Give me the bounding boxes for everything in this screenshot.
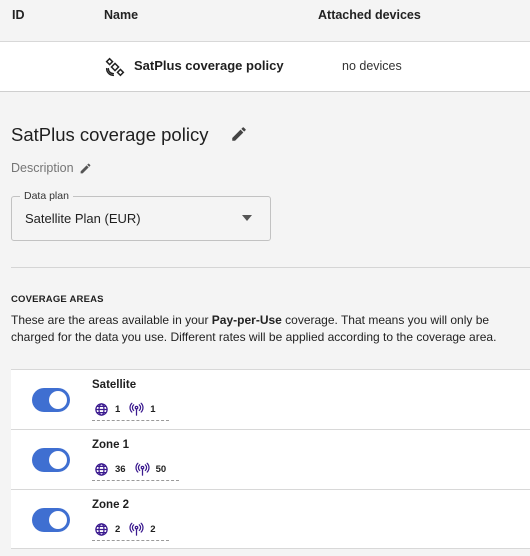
countries-count: 1 bbox=[115, 404, 121, 415]
toggle-knob bbox=[49, 451, 67, 469]
page-title: SatPlus coverage policy bbox=[11, 124, 209, 145]
caret-down-icon bbox=[242, 215, 252, 221]
toggle-knob bbox=[49, 391, 67, 409]
zone-name: Zone 2 bbox=[92, 499, 130, 511]
zone-toggle[interactable] bbox=[32, 388, 70, 412]
zone-toggle[interactable] bbox=[32, 508, 70, 532]
networks-count: 2 bbox=[150, 524, 156, 535]
globe-icon bbox=[95, 463, 108, 476]
table-header: ID Name Attached devices bbox=[0, 0, 530, 42]
description-label: Description bbox=[11, 161, 74, 175]
globe-icon bbox=[95, 523, 108, 536]
list-item: Zone 1 36 50 bbox=[11, 429, 530, 489]
table-row[interactable]: SatPlus coverage policy no devices bbox=[0, 42, 530, 92]
networks-count: 1 bbox=[150, 404, 156, 415]
zone-toggle[interactable] bbox=[32, 448, 70, 472]
zone-stats[interactable]: 2 2 bbox=[92, 519, 169, 541]
column-attached-devices[interactable]: Attached devices bbox=[318, 8, 421, 22]
column-name[interactable]: Name bbox=[104, 8, 138, 22]
data-plan-value: Satellite Plan (EUR) bbox=[25, 211, 141, 226]
coverage-text-bold: Pay-per-Use bbox=[211, 313, 282, 327]
toggle-knob bbox=[49, 511, 67, 529]
divider bbox=[11, 267, 530, 268]
countries-count: 36 bbox=[115, 464, 126, 475]
data-plan-label: Data plan bbox=[20, 190, 73, 202]
list-item: Zone 2 2 2 bbox=[11, 489, 530, 549]
column-id[interactable]: ID bbox=[12, 8, 25, 22]
satellite-icon bbox=[105, 57, 125, 77]
globe-icon bbox=[95, 403, 108, 416]
data-plan-select[interactable]: Data plan Satellite Plan (EUR) bbox=[11, 190, 271, 241]
countries-count: 2 bbox=[115, 524, 121, 535]
coverage-text-before: These are the areas available in your bbox=[11, 313, 212, 327]
antenna-icon bbox=[129, 522, 144, 536]
coverage-list: Satellite 1 1 Zone 1 36 50 Zone 2 2 2 bbox=[11, 369, 530, 549]
policy-name: SatPlus coverage policy bbox=[134, 58, 284, 73]
zone-name: Zone 1 bbox=[92, 439, 130, 451]
zone-stats[interactable]: 1 1 bbox=[92, 399, 169, 421]
coverage-areas-heading: COVERAGE AREAS bbox=[11, 294, 104, 305]
coverage-description: These are the areas available in your Pa… bbox=[11, 312, 530, 346]
attached-devices-value: no devices bbox=[342, 59, 402, 73]
pencil-icon[interactable] bbox=[79, 162, 92, 175]
antenna-icon bbox=[135, 462, 150, 476]
zone-stats[interactable]: 36 50 bbox=[92, 459, 180, 481]
pencil-icon[interactable] bbox=[230, 125, 248, 143]
networks-count: 50 bbox=[155, 464, 167, 475]
zone-name: Satellite bbox=[92, 379, 137, 391]
list-item: Satellite 1 1 bbox=[11, 369, 530, 429]
antenna-icon bbox=[129, 402, 144, 416]
